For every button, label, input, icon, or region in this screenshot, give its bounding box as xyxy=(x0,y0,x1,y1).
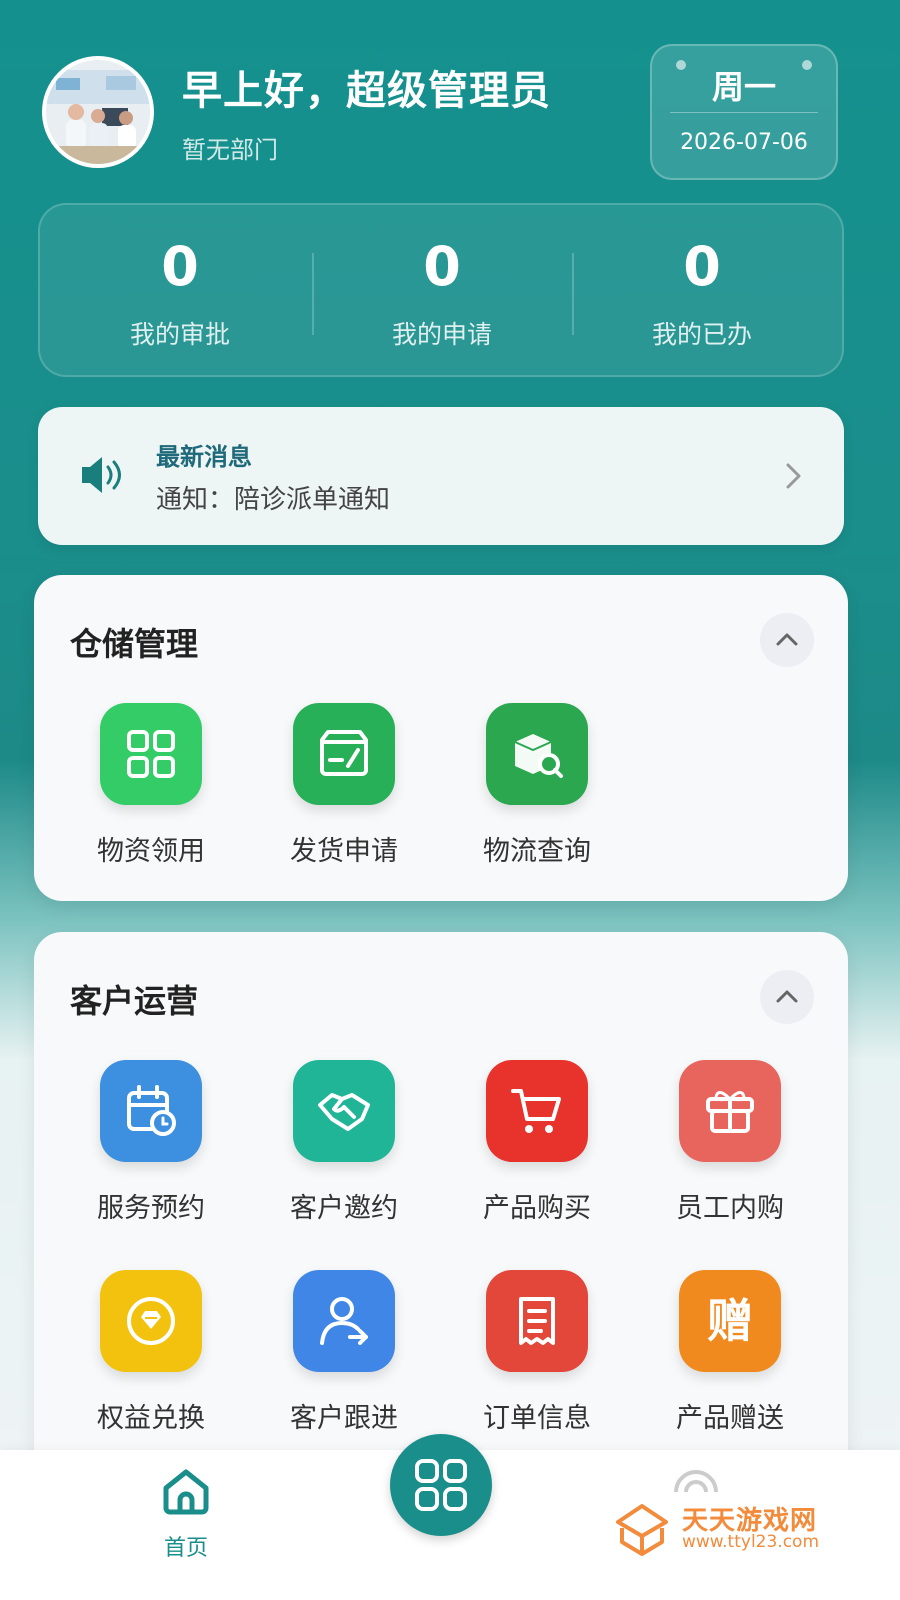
apps-button[interactable] xyxy=(390,1434,492,1536)
stat-my-done[interactable]: 0 我的已办 xyxy=(568,205,836,379)
receipt-icon xyxy=(486,1270,588,1372)
greeting-text: 早上好，超级管理员 xyxy=(182,68,551,114)
weekday-text: 周一 xyxy=(711,68,776,106)
chevron-up-icon xyxy=(776,990,798,1003)
user-arrow-icon xyxy=(293,1270,395,1372)
collapse-button[interactable] xyxy=(760,613,814,667)
item-label: 产品赠送 xyxy=(676,1403,784,1434)
item-label: 物资领用 xyxy=(97,836,205,867)
nav-home-label: 首页 xyxy=(163,1536,208,1561)
item-material-requisition[interactable]: 物资领用 xyxy=(56,703,246,868)
item-label: 员工内购 xyxy=(676,1193,784,1224)
section-title: 客户运营 xyxy=(70,982,199,1020)
warehouse-card: 仓储管理 物资领用 发货申请 物流查询 xyxy=(34,575,848,901)
package-search-icon xyxy=(486,703,588,805)
customer-ops-card: 客户运营 服务预约 客户邀约 产品购买 员工内购 权益兑换 客户跟进 订单信息 … xyxy=(34,932,848,1492)
item-label: 发货申请 xyxy=(290,836,398,867)
watermark-url: www.ttyl23.com xyxy=(682,1532,820,1552)
gift-char-icon: 赠 xyxy=(679,1270,781,1372)
item-employee-purchase[interactable]: 员工内购 xyxy=(635,1060,825,1225)
chevron-up-icon xyxy=(776,633,798,646)
watermark-logo-icon xyxy=(616,1504,668,1556)
stat-label: 我的申请 xyxy=(391,320,492,349)
stats-panel: 0 我的审批 0 我的申请 0 我的已办 xyxy=(38,203,844,377)
item-label: 订单信息 xyxy=(483,1403,591,1434)
item-order-info[interactable]: 订单信息 xyxy=(442,1270,632,1435)
stat-label: 我的审批 xyxy=(129,320,230,349)
section-title: 仓储管理 xyxy=(70,625,199,663)
item-label: 服务预约 xyxy=(97,1193,205,1224)
news-title: 最新消息 xyxy=(156,443,252,471)
stat-label: 我的已办 xyxy=(651,320,752,349)
item-label: 物流查询 xyxy=(483,836,591,867)
item-label: 权益兑换 xyxy=(97,1403,205,1434)
news-banner[interactable]: 最新消息 通知：陪诊派单通知 xyxy=(38,407,844,545)
item-label: 产品购买 xyxy=(483,1193,591,1224)
item-label: 客户跟进 xyxy=(290,1403,398,1434)
divider xyxy=(670,112,818,113)
stat-my-approvals[interactable]: 0 我的审批 xyxy=(46,205,314,379)
item-label: 客户邀约 xyxy=(290,1193,398,1224)
calendar-clock-icon xyxy=(100,1060,202,1162)
chevron-right-icon xyxy=(786,463,801,489)
date-card: 周一 2026-07-06 xyxy=(650,44,838,180)
watermark: 天天游戏网 www.ttyl23.com xyxy=(612,1498,852,1558)
item-service-booking[interactable]: 服务预约 xyxy=(56,1060,246,1225)
bottom-nav: 首页 天天游戏网 www.ttyl23.com xyxy=(0,1434,900,1600)
handshake-icon xyxy=(293,1060,395,1162)
diamond-coin-icon xyxy=(100,1270,202,1372)
stat-my-requests[interactable]: 0 我的申请 xyxy=(308,205,576,379)
grid-icon xyxy=(100,703,202,805)
stat-value: 0 xyxy=(683,235,721,298)
speaker-icon xyxy=(82,457,121,493)
box-edit-icon xyxy=(293,703,395,805)
apps-grid-icon xyxy=(415,1459,467,1511)
gift-char-glyph: 赠 xyxy=(707,1294,753,1348)
item-customer-followup[interactable]: 客户跟进 xyxy=(249,1270,439,1435)
date-text: 2026-07-06 xyxy=(680,130,808,155)
item-customer-invitation[interactable]: 客户邀约 xyxy=(249,1060,439,1225)
home-icon xyxy=(163,1469,209,1515)
item-logistics-query[interactable]: 物流查询 xyxy=(442,703,632,868)
department-text: 暂无部门 xyxy=(182,136,278,164)
item-product-purchase[interactable]: 产品购买 xyxy=(442,1060,632,1225)
item-product-gift[interactable]: 赠 产品赠送 xyxy=(635,1270,825,1435)
gift-icon xyxy=(679,1060,781,1162)
avatar[interactable] xyxy=(42,56,154,168)
cart-icon xyxy=(486,1060,588,1162)
item-rights-redemption[interactable]: 权益兑换 xyxy=(56,1270,246,1435)
news-text: 通知：陪诊派单通知 xyxy=(156,485,391,515)
item-shipping-request[interactable]: 发货申请 xyxy=(249,703,439,868)
stat-value: 0 xyxy=(423,235,461,298)
collapse-button[interactable] xyxy=(760,970,814,1024)
profile-icon[interactable] xyxy=(670,1464,722,1494)
stat-value: 0 xyxy=(161,235,199,298)
